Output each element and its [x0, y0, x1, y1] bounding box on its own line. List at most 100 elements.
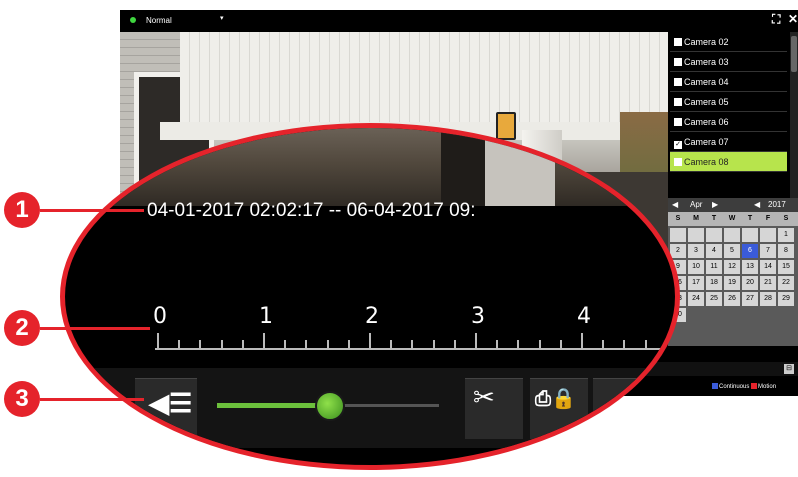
calendar-day[interactable]: 18	[706, 276, 722, 290]
timeline-minor-tick	[623, 340, 626, 349]
camera-label: Camera 06	[684, 117, 729, 127]
timeline-minor-tick	[559, 340, 562, 349]
timeline-minor-tick	[644, 340, 647, 349]
timeline-ruler[interactable]	[155, 348, 675, 350]
timeline-minor-tick	[220, 340, 223, 349]
next-month-icon[interactable]: ▶	[712, 200, 718, 209]
calendar-weekday: T	[711, 215, 717, 222]
timeline-hour-label: 4	[577, 304, 591, 329]
calendar-day	[742, 228, 758, 242]
calendar-day[interactable]: 5	[724, 244, 740, 258]
speaker-icon[interactable]: ◀☰	[149, 388, 192, 419]
calendar-day[interactable]: 4	[706, 244, 722, 258]
calendar-day[interactable]: 2	[670, 244, 686, 258]
camera-checkbox[interactable]	[674, 78, 682, 86]
calendar-day	[670, 228, 686, 242]
calendar-month: Apr	[690, 200, 703, 209]
prev-year-icon[interactable]: ◀	[754, 200, 760, 209]
more-button[interactable]	[593, 378, 653, 439]
calendar-weekday: W	[728, 215, 736, 222]
scrollbar-thumb[interactable]	[791, 36, 797, 72]
top-bar: Normal ▾ ⛶ ✕	[120, 10, 798, 32]
status-indicator	[130, 17, 136, 23]
camera-item[interactable]: Camera 03	[670, 52, 787, 72]
chevron-down-icon[interactable]: ▾	[220, 14, 224, 22]
close-icon[interactable]: ✕	[788, 12, 798, 26]
camera-checkbox[interactable]	[674, 98, 682, 106]
calendar-day[interactable]: 19	[724, 276, 740, 290]
calendar-day[interactable]: 29	[778, 292, 794, 306]
callout-line	[40, 209, 144, 212]
calendar-year: 2017	[768, 200, 786, 209]
timeline-minor-tick	[390, 340, 393, 349]
camera-label: Camera 02	[684, 37, 729, 47]
timeline-minor-tick	[538, 340, 541, 349]
calendar-header: ◀ Apr ▶ ◀ 2017	[668, 198, 798, 212]
camera-item-selected[interactable]: Camera 08	[670, 152, 787, 172]
calendar-day[interactable]: 24	[688, 292, 704, 306]
camera-label: Camera 05	[684, 97, 729, 107]
calendar-day[interactable]: 13	[742, 260, 758, 274]
calendar-weekday: F	[765, 215, 771, 222]
volume-slider-handle[interactable]	[315, 391, 345, 421]
calendar-day[interactable]: 7	[760, 244, 776, 258]
timeline-major-tick	[157, 333, 159, 349]
calendar-day[interactable]: 17	[688, 276, 704, 290]
calendar-grid: 1234567891011121314151617181920212223242…	[668, 226, 798, 346]
camera-checkbox[interactable]: ✓	[674, 141, 682, 149]
scissors-icon[interactable]: ✂	[473, 382, 495, 413]
timeline-hour-label: 1	[259, 304, 273, 329]
calendar-day[interactable]: 11	[706, 260, 722, 274]
timeline-minor-tick	[665, 340, 668, 349]
camera-label: Camera 04	[684, 77, 729, 87]
camera-item[interactable]: Camera 02	[670, 32, 787, 52]
legend-motion: Motion	[758, 384, 777, 390]
calendar-day[interactable]: 25	[706, 292, 722, 306]
calendar-day[interactable]: 27	[742, 292, 758, 306]
calendar-day[interactable]: 10	[688, 260, 704, 274]
timeline-expand-icon[interactable]: ⊟	[784, 364, 794, 374]
timeline-minor-tick	[178, 340, 181, 349]
video-porch-ceiling	[180, 32, 668, 128]
callout-3: 3	[4, 381, 40, 417]
timeline-minor-tick	[347, 340, 350, 349]
view-mode-select[interactable]: Normal	[146, 16, 172, 25]
camera-checkbox[interactable]	[674, 158, 682, 166]
timeline-minor-tick	[326, 340, 329, 349]
timeline-major-tick	[369, 333, 371, 349]
calendar-weekday: S	[783, 215, 789, 222]
calendar-day[interactable]: 1	[778, 228, 794, 242]
timeline-minor-tick	[602, 340, 605, 349]
calendar-day[interactable]: 26	[724, 292, 740, 306]
camera-item[interactable]: Camera 06	[670, 112, 787, 132]
calendar-weekdays: SMTWTFS	[668, 212, 798, 226]
timeline-major-tick	[581, 333, 583, 349]
calendar-day[interactable]: 21	[760, 276, 776, 290]
calendar-day[interactable]: 12	[724, 260, 740, 274]
timeline-major-tick	[263, 333, 265, 349]
calendar-day[interactable]: 28	[760, 292, 776, 306]
calendar-day[interactable]: 8	[778, 244, 794, 258]
camera-checkbox[interactable]	[674, 38, 682, 46]
callout-1: 1	[4, 192, 40, 228]
timeline-minor-tick	[199, 340, 202, 349]
callout-line	[40, 327, 150, 330]
recording-legend: Continuous Motion	[712, 383, 776, 390]
camera-item[interactable]: ✓ Camera 07	[670, 132, 787, 152]
legend-continuous: Continuous	[719, 384, 750, 390]
camera-item[interactable]: Camera 05	[670, 92, 787, 112]
calendar-day-selected[interactable]: 6	[742, 244, 758, 258]
camera-list: Camera 02 Camera 03 Camera 04 Camera 05 …	[668, 32, 788, 222]
calendar-day[interactable]: 14	[760, 260, 776, 274]
lock-file-icon[interactable]: ⎙🔒	[535, 386, 576, 411]
playback-time-range: 04-01-2017 02:02:17 -- 06-04-2017 09:	[147, 200, 476, 221]
camera-checkbox[interactable]	[674, 118, 682, 126]
camera-checkbox[interactable]	[674, 58, 682, 66]
calendar-day[interactable]: 3	[688, 244, 704, 258]
expand-icon[interactable]: ⛶	[772, 12, 780, 27]
camera-item[interactable]: Camera 04	[670, 72, 787, 92]
calendar-day[interactable]: 22	[778, 276, 794, 290]
calendar-day[interactable]: 20	[742, 276, 758, 290]
playback-controls: ◀☰ ✂ ⎙🔒	[65, 368, 675, 448]
calendar-day[interactable]: 15	[778, 260, 794, 274]
